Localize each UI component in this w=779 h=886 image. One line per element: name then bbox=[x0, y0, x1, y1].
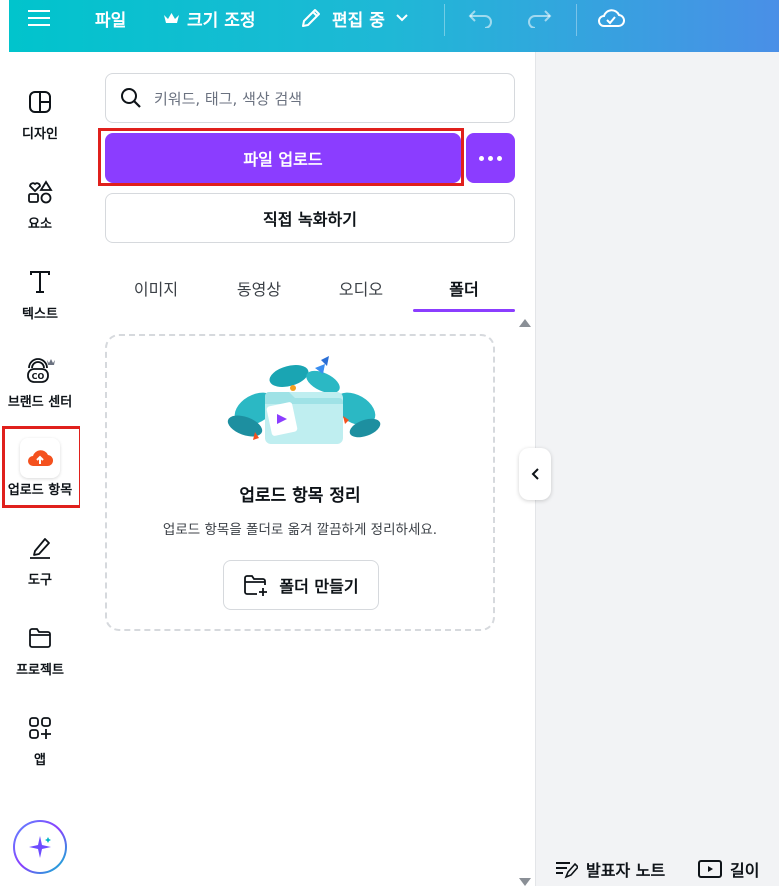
tab-videos[interactable]: 동영상 bbox=[208, 264, 310, 312]
notes-button[interactable]: 발표자 노트 bbox=[554, 852, 665, 886]
crown-icon bbox=[164, 13, 179, 23]
sidebar-item-elements[interactable]: 요소 bbox=[0, 168, 80, 248]
sidebar-item-tools[interactable]: 도구 bbox=[0, 524, 80, 604]
sidebar-item-label: 브랜드 센터 bbox=[7, 395, 73, 410]
sidebar-item-label: 도구 bbox=[28, 573, 52, 588]
folder-add-icon bbox=[244, 575, 268, 596]
shapes-icon bbox=[20, 172, 60, 212]
pencil-icon bbox=[302, 9, 320, 27]
duration-label: 길이 bbox=[730, 861, 760, 880]
folder-icon bbox=[20, 618, 60, 658]
highlight-box-uploads bbox=[2, 426, 82, 508]
canvas-area bbox=[535, 52, 779, 886]
redo-icon[interactable] bbox=[526, 0, 552, 36]
upload-tabs: 이미지 동영상 오디오 폴더 bbox=[105, 264, 515, 314]
record-yourself-button[interactable]: 직접 녹화하기 bbox=[105, 193, 515, 243]
sidebar-item-design[interactable]: 디자인 bbox=[0, 78, 80, 158]
scroll-up-arrow[interactable] bbox=[519, 319, 531, 327]
menu-icon[interactable] bbox=[28, 0, 50, 36]
sidebar-item-label: 프로젝트 bbox=[16, 663, 64, 678]
brand-icon: CO bbox=[20, 350, 60, 390]
record-yourself-label: 직접 녹화하기 bbox=[263, 210, 357, 229]
resize-button[interactable]: 크기 조정 bbox=[163, 0, 255, 36]
top-toolbar: 파일 크기 조정 편집 중 bbox=[0, 0, 779, 52]
empty-state-description: 업로드 항목을 폴더로 옮겨 깔끔하게 정리하세요. bbox=[162, 522, 438, 538]
magic-assistant-button[interactable] bbox=[13, 820, 67, 874]
play-icon bbox=[698, 860, 722, 878]
sidebar-item-text[interactable]: 텍스트 bbox=[0, 258, 80, 338]
create-folder-label: 폴더 만들기 bbox=[279, 577, 359, 596]
resize-label: 크기 조정 bbox=[187, 10, 256, 31]
notes-label: 발표자 노트 bbox=[586, 861, 666, 880]
sidebar-item-apps[interactable]: 앱 bbox=[0, 704, 80, 784]
sidebar-item-label: 앱 bbox=[34, 753, 46, 768]
search-input[interactable]: 키워드, 태그, 색상 검색 bbox=[105, 73, 515, 123]
tab-label: 동영상 bbox=[236, 280, 282, 299]
text-icon bbox=[20, 262, 60, 302]
sidebar-item-label: 디자인 bbox=[22, 127, 58, 142]
duration-button[interactable]: 길이 bbox=[698, 852, 759, 886]
notes-icon bbox=[556, 862, 578, 879]
tab-label: 오디오 bbox=[338, 280, 384, 299]
tab-label: 폴더 bbox=[449, 280, 479, 299]
folder-illustration bbox=[227, 356, 381, 444]
empty-state-title: 업로드 항목 정리 bbox=[239, 486, 361, 506]
search-icon bbox=[121, 88, 141, 108]
highlight-box-upload-button bbox=[98, 128, 464, 186]
layout-icon bbox=[20, 82, 60, 122]
draw-icon bbox=[20, 528, 60, 568]
create-folder-button[interactable]: 폴더 만들기 bbox=[223, 560, 379, 610]
scroll-down-arrow[interactable] bbox=[519, 878, 531, 886]
tab-images[interactable]: 이미지 bbox=[105, 264, 207, 312]
file-menu-label: 파일 bbox=[95, 10, 127, 31]
undo-icon[interactable] bbox=[468, 0, 494, 36]
sidebar-item-brand[interactable]: CO 브랜드 센터 bbox=[0, 346, 80, 426]
tab-audio[interactable]: 오디오 bbox=[310, 264, 412, 312]
edit-mode-dropdown[interactable]: 편집 중 bbox=[300, 0, 409, 36]
uploads-panel: 키워드, 태그, 색상 검색 파일 업로드 직접 녹화하기 이미지 동영상 오디… bbox=[80, 52, 535, 886]
active-tab-indicator bbox=[413, 309, 515, 312]
tab-label: 이미지 bbox=[133, 280, 179, 299]
svg-text:CO: CO bbox=[32, 372, 45, 381]
sidebar-item-label: 텍스트 bbox=[22, 307, 58, 322]
tab-folders[interactable]: 폴더 bbox=[413, 264, 515, 312]
chevron-down-icon bbox=[396, 14, 408, 22]
sidebar-item-projects[interactable]: 프로젝트 bbox=[0, 614, 80, 694]
sidebar-item-label: 요소 bbox=[28, 217, 52, 232]
edit-mode-label: 편집 중 bbox=[332, 10, 385, 31]
cloud-saved-icon[interactable] bbox=[597, 0, 625, 36]
more-options-button[interactable] bbox=[466, 133, 515, 183]
search-placeholder: 키워드, 태그, 색상 검색 bbox=[154, 89, 303, 108]
sparkle-icon bbox=[29, 836, 51, 858]
collapse-panel-button[interactable] bbox=[519, 448, 551, 500]
folders-empty-state: 업로드 항목 정리 업로드 항목을 폴더로 옮겨 깔끔하게 정리하세요. 폴더 … bbox=[105, 334, 495, 631]
file-menu[interactable]: 파일 bbox=[95, 0, 126, 36]
chevron-left-icon bbox=[531, 468, 539, 480]
apps-icon bbox=[20, 708, 60, 748]
